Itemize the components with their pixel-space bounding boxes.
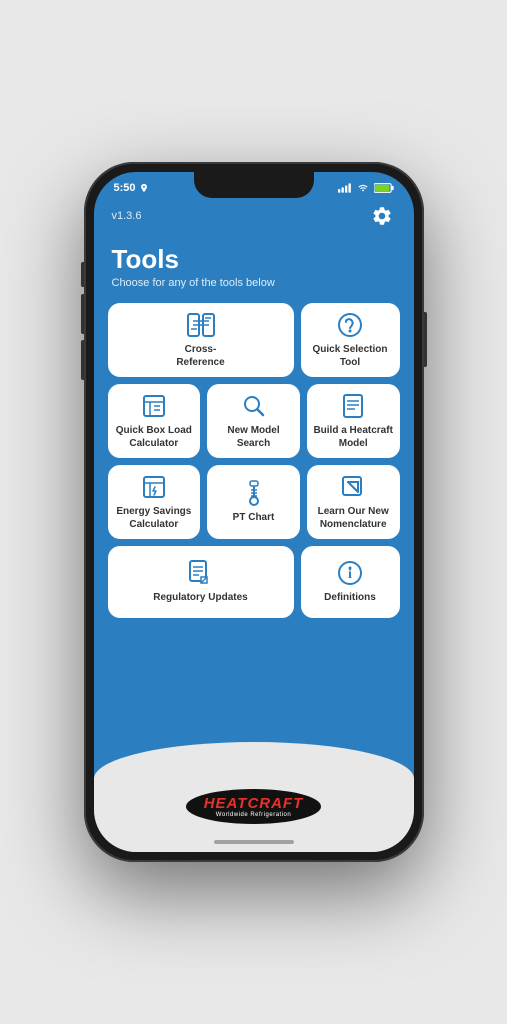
regulatory-icon [187,559,215,587]
pt-chart-icon [240,479,268,507]
phone-frame: 5:50 [84,162,424,862]
power-button [424,312,427,367]
cross-ref-svg [187,313,215,337]
logo-subtitle-text: Worldwide Refrigeration [216,812,291,818]
definitions-label: Definitions [324,592,376,605]
page-subtitle: Choose for any of the tools below [112,277,396,289]
page-title: Tools [112,244,396,275]
volume-down-button [81,340,84,380]
quick-box-label: Quick Box Load Calculator [114,425,195,450]
model-search-label: New Model Search [213,425,294,450]
volume-silent-button [81,262,84,287]
quick-box-svg [141,393,167,419]
tool-nomenclature[interactable]: Learn Our New Nomenclature [307,465,400,539]
gear-icon [371,205,393,227]
wifi-icon [356,183,370,193]
energy-savings-label: Energy Savings Calculator [114,506,195,531]
quick-selection-label: Quick Selection Tool [307,344,394,369]
tool-build-model[interactable]: Build a Heatcraft Model [307,384,400,458]
tool-quick-box[interactable]: Quick Box Load Calculator [108,384,201,458]
main-content: Tools Choose for any of the tools below [94,236,414,852]
energy-svg [141,474,167,500]
build-model-icon [339,392,367,420]
app-header: v1.3.6 [94,198,414,236]
settings-button[interactable] [368,202,396,230]
title-section: Tools Choose for any of the tools below [94,236,414,295]
grid-row-1: Cross-Reference Quick Selection Tool [108,303,400,377]
signal-icon [338,183,352,193]
tool-pt-chart[interactable]: PT Chart [207,465,300,539]
home-indicator [214,840,294,844]
model-search-icon [240,392,268,420]
bottom-section: HEATCRAFT Worldwide Refrigeration [94,742,414,852]
pt-chart-label: PT Chart [233,512,275,525]
grid-row-2: Quick Box Load Calculator New Model Sear… [108,384,400,458]
regulatory-svg [187,560,215,586]
tool-regulatory[interactable]: Regulatory Updates [108,546,294,618]
status-icons [338,183,394,193]
quick-selection-icon [336,311,364,339]
build-model-svg [340,393,366,419]
location-icon [139,183,149,193]
nomenclature-svg [340,474,366,500]
heatcraft-logo: HEATCRAFT Worldwide Refrigeration [186,789,322,824]
tool-energy-savings[interactable]: Energy Savings Calculator [108,465,201,539]
tool-quick-selection[interactable]: Quick Selection Tool [301,303,400,377]
tool-definitions[interactable]: i Definitions [301,546,400,618]
cross-ref-icon [187,311,215,339]
grid-row-3: Energy Savings Calculator [108,465,400,539]
grid-row-4: Regulatory Updates i Definitions [108,546,400,618]
tools-grid: Cross-Reference Quick Selection Tool [94,295,414,742]
regulatory-label: Regulatory Updates [153,592,247,605]
status-time: 5:50 [114,182,149,194]
wave-background: HEATCRAFT Worldwide Refrigeration [94,742,414,852]
quick-sel-svg [337,312,363,338]
definitions-svg: i [337,560,363,586]
definitions-icon: i [336,559,364,587]
quick-box-icon [140,392,168,420]
cross-ref-label: Cross-Reference [176,344,224,369]
time-display: 5:50 [114,182,136,194]
tool-cross-reference[interactable]: Cross-Reference [108,303,294,377]
volume-up-button [81,294,84,334]
tool-model-search[interactable]: New Model Search [207,384,300,458]
logo-brand-text: HEATCRAFT [204,795,304,812]
notch [194,172,314,198]
version-label: v1.3.6 [112,210,142,222]
model-search-svg [241,393,267,419]
build-model-label: Build a Heatcraft Model [313,425,394,450]
nomenclature-label: Learn Our New Nomenclature [313,506,394,531]
energy-savings-icon [140,473,168,501]
phone-screen: 5:50 [94,172,414,852]
pt-chart-svg [243,480,265,506]
nomenclature-icon [339,473,367,501]
battery-icon [374,183,394,193]
